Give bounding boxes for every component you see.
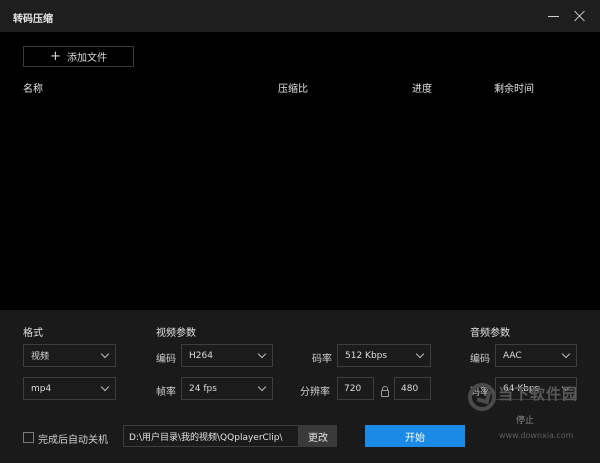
plus-icon: + bbox=[50, 48, 61, 64]
auto-shutdown-label: 完成后自动关机 bbox=[38, 435, 108, 446]
change-path-label: 更改 bbox=[308, 432, 328, 444]
chevron-down-icon bbox=[100, 349, 110, 359]
chevron-down-icon bbox=[257, 349, 267, 359]
format-container-value: mp4 bbox=[31, 383, 52, 394]
video-bitrate-select[interactable]: 512 Kbps bbox=[337, 344, 431, 367]
stop-button[interactable]: 停止 bbox=[516, 413, 534, 426]
output-path-value: D:\用户目录\我的视频\QQplayerClip\ bbox=[129, 432, 283, 443]
add-file-button[interactable]: + 添加文件 bbox=[23, 46, 134, 67]
add-file-label: 添加文件 bbox=[66, 53, 107, 64]
video-codec-value: H264 bbox=[189, 350, 213, 361]
resolution-label: 分辨率 bbox=[300, 387, 330, 398]
column-header-ratio: 压缩比 bbox=[278, 84, 308, 95]
format-type-value: 视频 bbox=[31, 352, 50, 362]
video-codec-select[interactable]: H264 bbox=[181, 344, 273, 367]
resolution-height-input[interactable]: 480 bbox=[394, 377, 431, 400]
file-list-area[interactable]: + 添加文件 名称 压缩比 进度 剩余时间 bbox=[0, 32, 600, 310]
lock-icon[interactable] bbox=[381, 386, 389, 397]
close-icon[interactable] bbox=[573, 9, 587, 23]
chevron-down-icon bbox=[415, 349, 425, 359]
video-section-label: 视频参数 bbox=[156, 328, 196, 339]
watermark-url: www.downxia.com bbox=[499, 431, 574, 440]
minimize-icon[interactable] bbox=[547, 9, 561, 23]
start-label: 开始 bbox=[405, 432, 425, 444]
audio-codec-select[interactable]: AAC bbox=[495, 344, 577, 367]
format-container-select[interactable]: mp4 bbox=[23, 377, 116, 400]
output-path-field[interactable]: D:\用户目录\我的视频\QQplayerClip\ bbox=[123, 425, 299, 447]
column-header-progress: 进度 bbox=[412, 84, 432, 95]
start-button[interactable]: 开始 bbox=[365, 425, 465, 447]
video-fps-label: 帧率 bbox=[156, 387, 176, 398]
auto-shutdown-checkbox[interactable] bbox=[23, 432, 34, 443]
video-fps-value: 24 fps bbox=[189, 383, 217, 394]
audio-section-label: 音频参数 bbox=[470, 328, 510, 339]
change-path-button[interactable]: 更改 bbox=[299, 425, 337, 447]
chevron-down-icon bbox=[100, 382, 110, 392]
column-header-remaining: 剩余时间 bbox=[494, 84, 534, 95]
resolution-width-input[interactable]: 720 bbox=[337, 377, 374, 400]
title-bar: 转码压缩 bbox=[0, 0, 600, 32]
video-bitrate-label: 码率 bbox=[312, 354, 332, 365]
audio-codec-value: AAC bbox=[503, 350, 522, 361]
watermark-logo-icon bbox=[468, 383, 496, 411]
resolution-height-value: 480 bbox=[401, 383, 419, 394]
audio-codec-label: 编码 bbox=[470, 354, 490, 365]
format-type-select[interactable]: 视频 bbox=[23, 344, 116, 367]
video-codec-label: 编码 bbox=[156, 354, 176, 365]
chevron-down-icon bbox=[257, 382, 267, 392]
column-header-name: 名称 bbox=[23, 84, 43, 95]
chevron-down-icon bbox=[561, 349, 571, 359]
watermark-brand: 当下软件园 bbox=[498, 385, 579, 403]
video-fps-select[interactable]: 24 fps bbox=[181, 377, 273, 400]
video-bitrate-value: 512 Kbps bbox=[345, 350, 388, 361]
resolution-width-value: 720 bbox=[344, 383, 362, 394]
format-section-label: 格式 bbox=[23, 328, 43, 339]
window-title: 转码压缩 bbox=[13, 14, 53, 25]
